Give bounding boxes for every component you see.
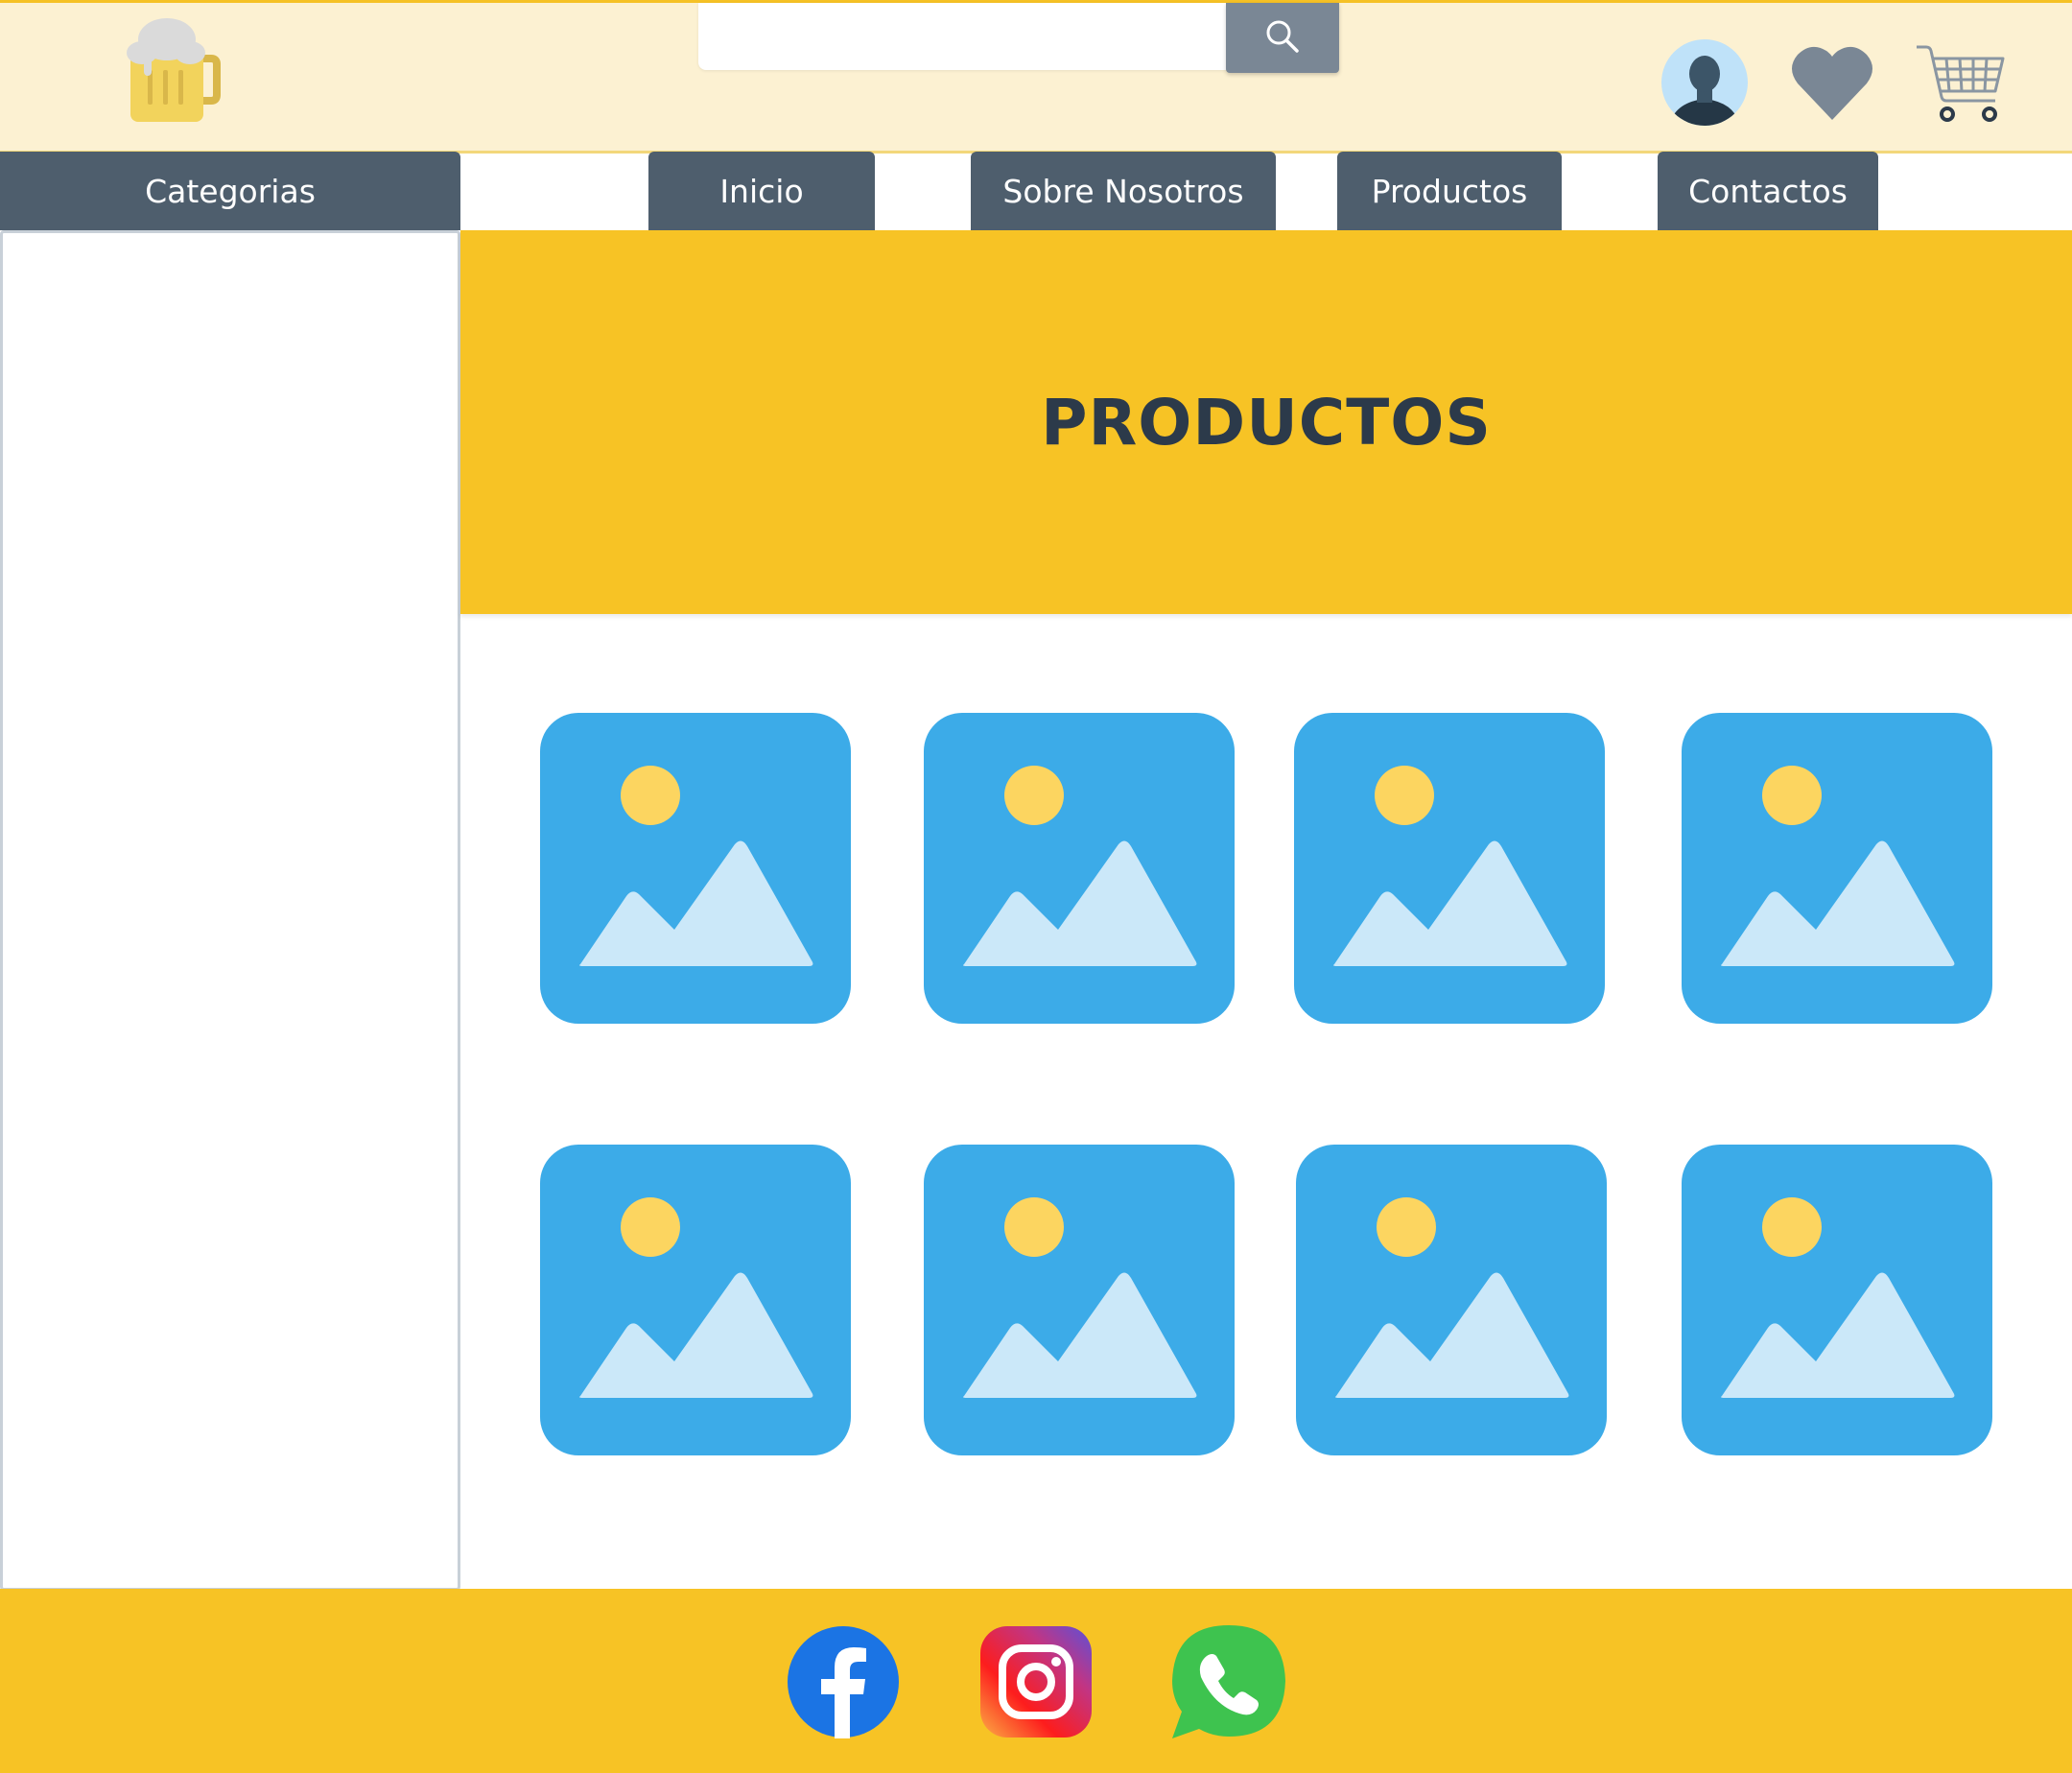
- nav-categorias[interactable]: Categorias: [0, 152, 460, 230]
- search-icon: [1263, 17, 1302, 59]
- image-placeholder-icon: [1682, 1145, 1992, 1455]
- image-placeholder-icon: [924, 713, 1235, 1024]
- search-input[interactable]: [698, 3, 1226, 70]
- image-placeholder-icon: [540, 1145, 851, 1455]
- whatsapp-icon[interactable]: [1170, 1623, 1287, 1740]
- product-card[interactable]: [1294, 713, 1605, 1024]
- facebook-icon[interactable]: [787, 1625, 900, 1738]
- image-placeholder-icon: [540, 713, 851, 1024]
- product-card[interactable]: [1296, 1145, 1607, 1455]
- categories-sidebar: [0, 230, 460, 1591]
- product-card[interactable]: [924, 713, 1235, 1024]
- nav-sobre-nosotros[interactable]: Sobre Nosotros: [971, 152, 1276, 230]
- beer-mug-icon[interactable]: [123, 12, 221, 128]
- product-card[interactable]: [1682, 1145, 1992, 1455]
- heart-icon[interactable]: [1790, 41, 1874, 124]
- image-placeholder-icon: [924, 1145, 1235, 1455]
- image-placeholder-icon: [1296, 1145, 1607, 1455]
- nav-contactos[interactable]: Contactos: [1658, 152, 1878, 230]
- user-avatar-icon[interactable]: [1660, 37, 1750, 128]
- image-placeholder-icon: [1294, 713, 1605, 1024]
- nav-inicio[interactable]: Inicio: [648, 152, 875, 230]
- product-card[interactable]: [540, 713, 851, 1024]
- search-button[interactable]: [1226, 3, 1339, 73]
- image-placeholder-icon: [1682, 713, 1992, 1024]
- page-title: PRODUCTOS: [1041, 385, 1492, 460]
- header-bar: [0, 0, 2072, 154]
- shopping-cart-icon[interactable]: [1915, 41, 2007, 124]
- instagram-icon[interactable]: [979, 1625, 1093, 1738]
- page-banner: PRODUCTOS: [460, 230, 2072, 614]
- product-card[interactable]: [1682, 713, 1992, 1024]
- nav-productos[interactable]: Productos: [1337, 152, 1562, 230]
- product-card[interactable]: [924, 1145, 1235, 1455]
- product-card[interactable]: [540, 1145, 851, 1455]
